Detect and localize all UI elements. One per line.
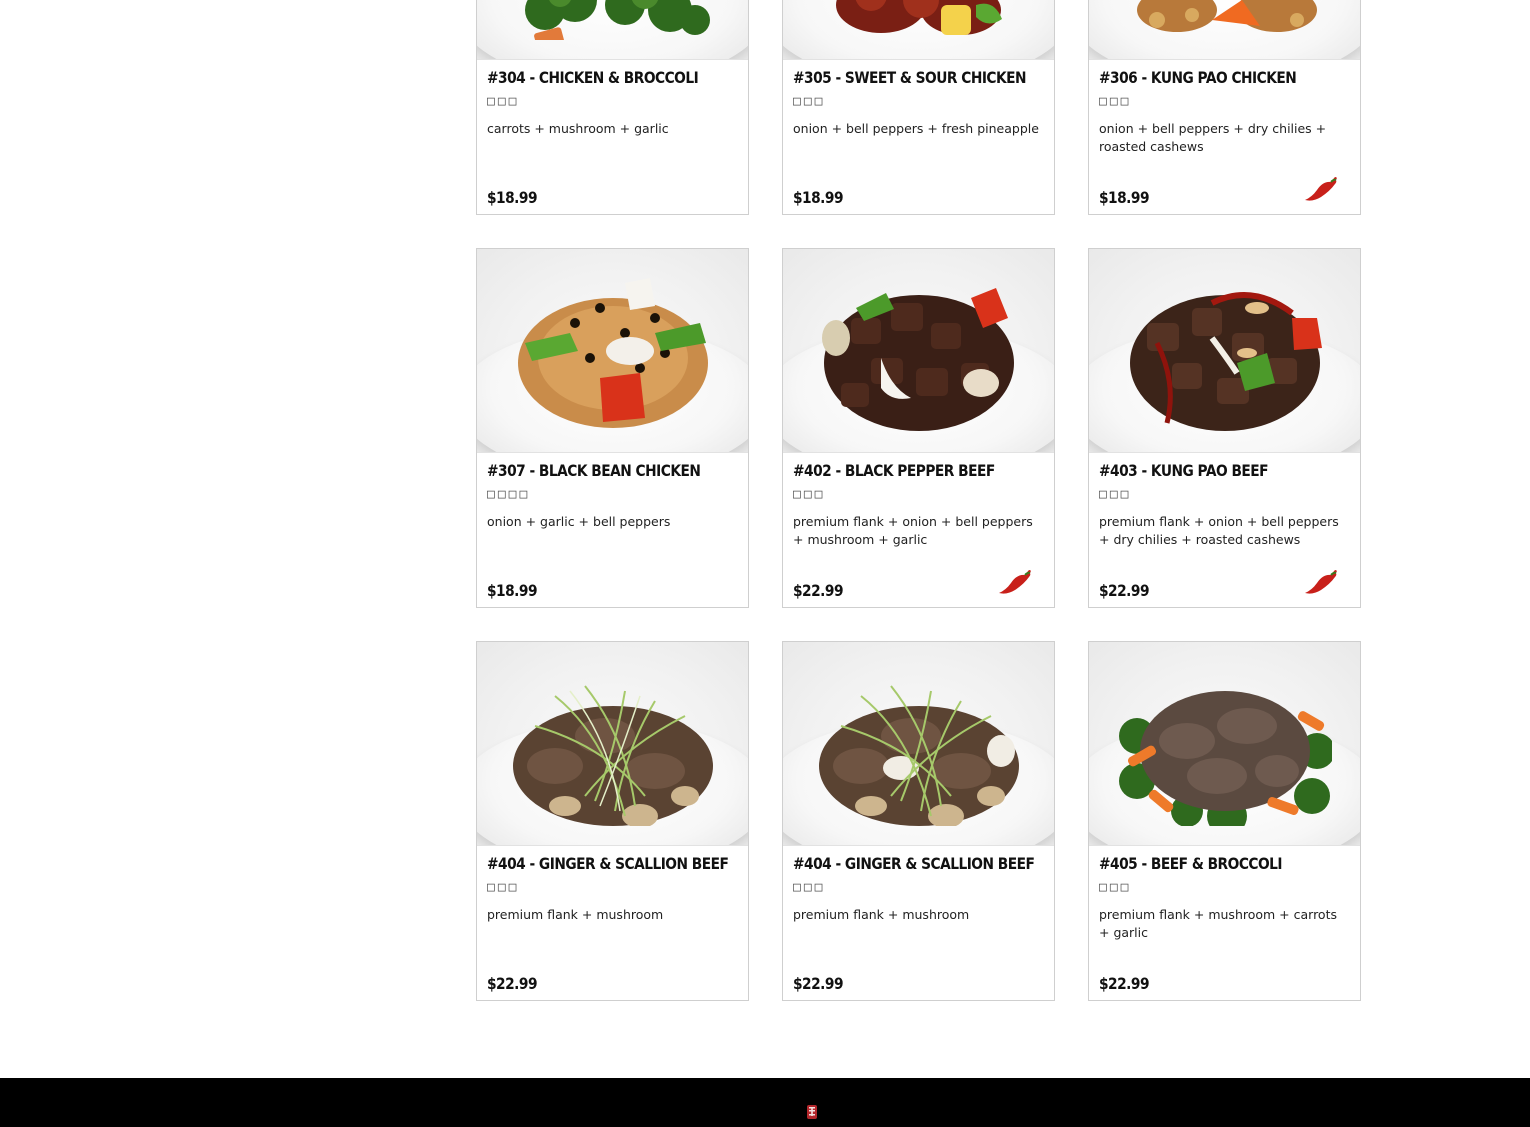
menu-card-404-a[interactable]: #404 - GINGER & SCALLION BEEF □□□ premiu… bbox=[476, 641, 749, 1001]
dish-photo bbox=[1089, 642, 1360, 846]
chili-pepper-icon bbox=[1305, 570, 1337, 594]
dish-title: #304 - CHICKEN & BROCCOLI bbox=[487, 68, 699, 87]
dish-description: onion + bell peppers + dry chilies + roa… bbox=[1099, 121, 1327, 154]
menu-card-307[interactable]: #307 - BLACK BEAN CHICKEN □□□□ onion + g… bbox=[476, 248, 749, 608]
menu-page: #304 - CHICKEN & BROCCOLI □□□ carrots + … bbox=[0, 0, 1530, 1127]
dish-title: #404 - GINGER & SCALLION BEEF bbox=[793, 854, 1035, 873]
dish-chinese-name: □□□ bbox=[793, 487, 826, 502]
dish-description: premium flank + onion + bell peppers + m… bbox=[793, 514, 1033, 547]
dish-description: carrots + mushroom + garlic bbox=[487, 121, 669, 136]
dish-info: #404 - GINGER & SCALLION BEEF □□□ premiu… bbox=[487, 854, 738, 1000]
dish-chinese-name: □□□ bbox=[487, 94, 520, 109]
dish-food-image bbox=[518, 278, 708, 428]
dish-photo bbox=[477, 249, 748, 453]
dish-info: #405 - BEEF & BROCCOLI □□□ premium flank… bbox=[1099, 854, 1350, 1000]
dish-description: premium flank + mushroom bbox=[793, 907, 970, 922]
dish-title: #404 - GINGER & SCALLION BEEF bbox=[487, 854, 729, 873]
dish-info: #307 - BLACK BEAN CHICKEN □□□□ onion + g… bbox=[487, 461, 738, 607]
menu-card-403[interactable]: #403 - KUNG PAO BEEF □□□ premium flank +… bbox=[1088, 248, 1361, 608]
dish-price: $18.99 bbox=[487, 188, 538, 207]
menu-card-404-b[interactable]: #404 - GINGER & SCALLION BEEF □□□ premiu… bbox=[782, 641, 1055, 1001]
dish-food-image bbox=[525, 0, 710, 40]
dish-price: $18.99 bbox=[487, 581, 538, 600]
dish-chinese-name: □□□ bbox=[1099, 94, 1132, 109]
dish-info: #403 - KUNG PAO BEEF □□□ premium flank +… bbox=[1099, 461, 1350, 607]
menu-card-304[interactable]: #304 - CHICKEN & BROCCOLI □□□ carrots + … bbox=[476, 0, 749, 215]
dish-chinese-name: □□□ bbox=[793, 94, 826, 109]
restaurant-logo-icon[interactable] bbox=[806, 1104, 818, 1120]
dish-photo bbox=[477, 0, 748, 60]
dish-price: $22.99 bbox=[487, 974, 538, 993]
chili-pepper-icon bbox=[1305, 177, 1337, 201]
dish-chinese-name: □□□□ bbox=[487, 487, 531, 502]
dish-food-image bbox=[513, 685, 713, 826]
dish-price: $18.99 bbox=[793, 188, 844, 207]
dish-title: #402 - BLACK PEPPER BEEF bbox=[793, 461, 995, 480]
dish-description: onion + garlic + bell peppers bbox=[487, 514, 671, 529]
dish-photo bbox=[1089, 249, 1360, 453]
dish-food-image bbox=[836, 0, 1002, 35]
dish-info: #304 - CHICKEN & BROCCOLI □□□ carrots + … bbox=[487, 68, 738, 214]
dish-price: $18.99 bbox=[1099, 188, 1150, 207]
dish-food-image bbox=[1119, 691, 1332, 826]
menu-card-405[interactable]: #405 - BEEF & BROCCOLI □□□ premium flank… bbox=[1088, 641, 1361, 1001]
menu-card-402[interactable]: #402 - BLACK PEPPER BEEF □□□ premium fla… bbox=[782, 248, 1055, 608]
dish-food-image bbox=[822, 288, 1014, 431]
chili-pepper-icon bbox=[999, 570, 1031, 594]
site-footer bbox=[0, 1078, 1530, 1127]
dish-description: premium flank + mushroom + carrots + gar… bbox=[1099, 907, 1337, 940]
dish-photo bbox=[1089, 0, 1360, 60]
dish-title: #405 - BEEF & BROCCOLI bbox=[1099, 854, 1283, 873]
dish-info: #306 - KUNG PAO CHICKEN □□□ onion + bell… bbox=[1099, 68, 1350, 214]
dish-photo bbox=[783, 249, 1054, 453]
dish-food-image bbox=[1130, 292, 1322, 431]
dish-chinese-name: □□□ bbox=[1099, 487, 1132, 502]
dish-photo bbox=[783, 642, 1054, 846]
dish-chinese-name: □□□ bbox=[487, 880, 520, 895]
dish-price: $22.99 bbox=[1099, 974, 1150, 993]
dish-title: #403 - KUNG PAO BEEF bbox=[1099, 461, 1269, 480]
dish-description: premium flank + mushroom bbox=[487, 907, 664, 922]
dish-photo bbox=[477, 642, 748, 846]
dish-chinese-name: □□□ bbox=[1099, 880, 1132, 895]
dish-title: #305 - SWEET & SOUR CHICKEN bbox=[793, 68, 1027, 87]
dish-price: $22.99 bbox=[793, 974, 844, 993]
menu-card-305[interactable]: #305 - SWEET & SOUR CHICKEN □□□ onion + … bbox=[782, 0, 1055, 215]
dish-chinese-name: □□□ bbox=[793, 880, 826, 895]
dish-description: onion + bell peppers + fresh pineapple bbox=[793, 121, 1039, 136]
dish-title: #307 - BLACK BEAN CHICKEN bbox=[487, 461, 701, 480]
dish-food-image bbox=[819, 685, 1019, 826]
dish-info: #402 - BLACK PEPPER BEEF □□□ premium fla… bbox=[793, 461, 1044, 607]
dish-price: $22.99 bbox=[793, 581, 844, 600]
dish-title: #306 - KUNG PAO CHICKEN bbox=[1099, 68, 1297, 87]
dish-info: #305 - SWEET & SOUR CHICKEN □□□ onion + … bbox=[793, 68, 1044, 214]
menu-card-306[interactable]: #306 - KUNG PAO CHICKEN □□□ onion + bell… bbox=[1088, 0, 1361, 215]
dish-food-image bbox=[1137, 0, 1317, 32]
dish-photo bbox=[783, 0, 1054, 60]
dish-price: $22.99 bbox=[1099, 581, 1150, 600]
dish-description: premium flank + onion + bell peppers + d… bbox=[1099, 514, 1339, 547]
dish-info: #404 - GINGER & SCALLION BEEF □□□ premiu… bbox=[793, 854, 1044, 1000]
